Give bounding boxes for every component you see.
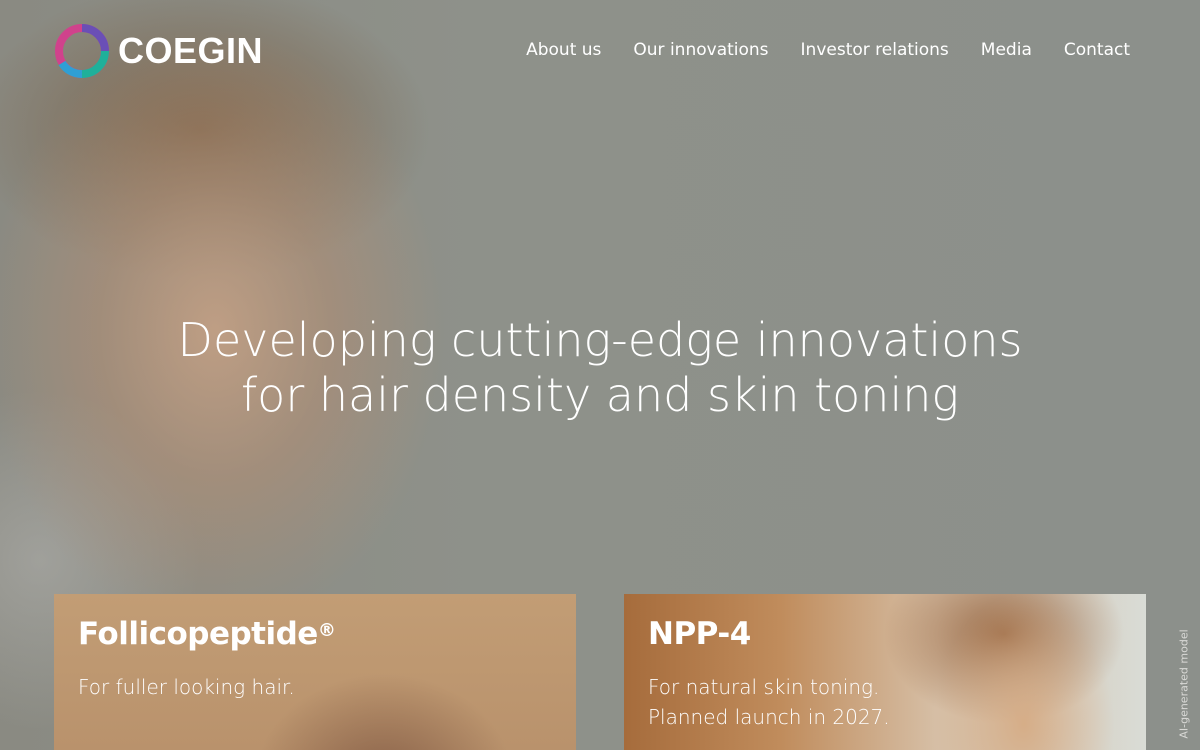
card-description: For natural skin toning. Planned launch …	[648, 672, 890, 732]
card-description-line-1: For fuller looking hair.	[78, 675, 295, 699]
nav-contact[interactable]: Contact	[1064, 40, 1130, 60]
logo-ring-icon	[55, 24, 109, 78]
card-description-line-2: Planned launch in 2027.	[648, 705, 890, 729]
brand-logo[interactable]: COEGIN	[54, 23, 263, 79]
nav-our-innovations[interactable]: Our innovations	[633, 40, 768, 60]
main-nav: About us Our innovations Investor relati…	[526, 40, 1130, 60]
nav-investor-relations[interactable]: Investor relations	[801, 40, 949, 60]
ai-generated-note: AI-generated model	[1177, 629, 1191, 739]
hero-headline-line-1: Developing cutting-edge innovations	[177, 313, 1023, 367]
card-npp-4[interactable]: NPP-4 For natural skin toning. Planned l…	[624, 594, 1146, 750]
card-follicopeptide[interactable]: Follicopeptide® For fuller looking hair.	[54, 594, 576, 750]
card-title-text: Follicopeptide	[78, 616, 318, 652]
nav-media[interactable]: Media	[981, 40, 1032, 60]
brand-name: COEGIN	[118, 30, 264, 71]
nav-about-us[interactable]: About us	[526, 40, 601, 60]
card-description-line-1: For natural skin toning.	[648, 675, 880, 699]
card-title: NPP-4	[648, 616, 751, 652]
card-description: For fuller looking hair.	[78, 672, 295, 702]
hero-headline: Developing cutting-edge innovations for …	[0, 313, 1200, 423]
card-title-text: NPP-4	[648, 616, 751, 652]
card-title: Follicopeptide®	[78, 616, 336, 652]
hero-headline-line-2: for hair density and skin toning	[240, 368, 959, 422]
registered-mark: ®	[317, 620, 336, 641]
